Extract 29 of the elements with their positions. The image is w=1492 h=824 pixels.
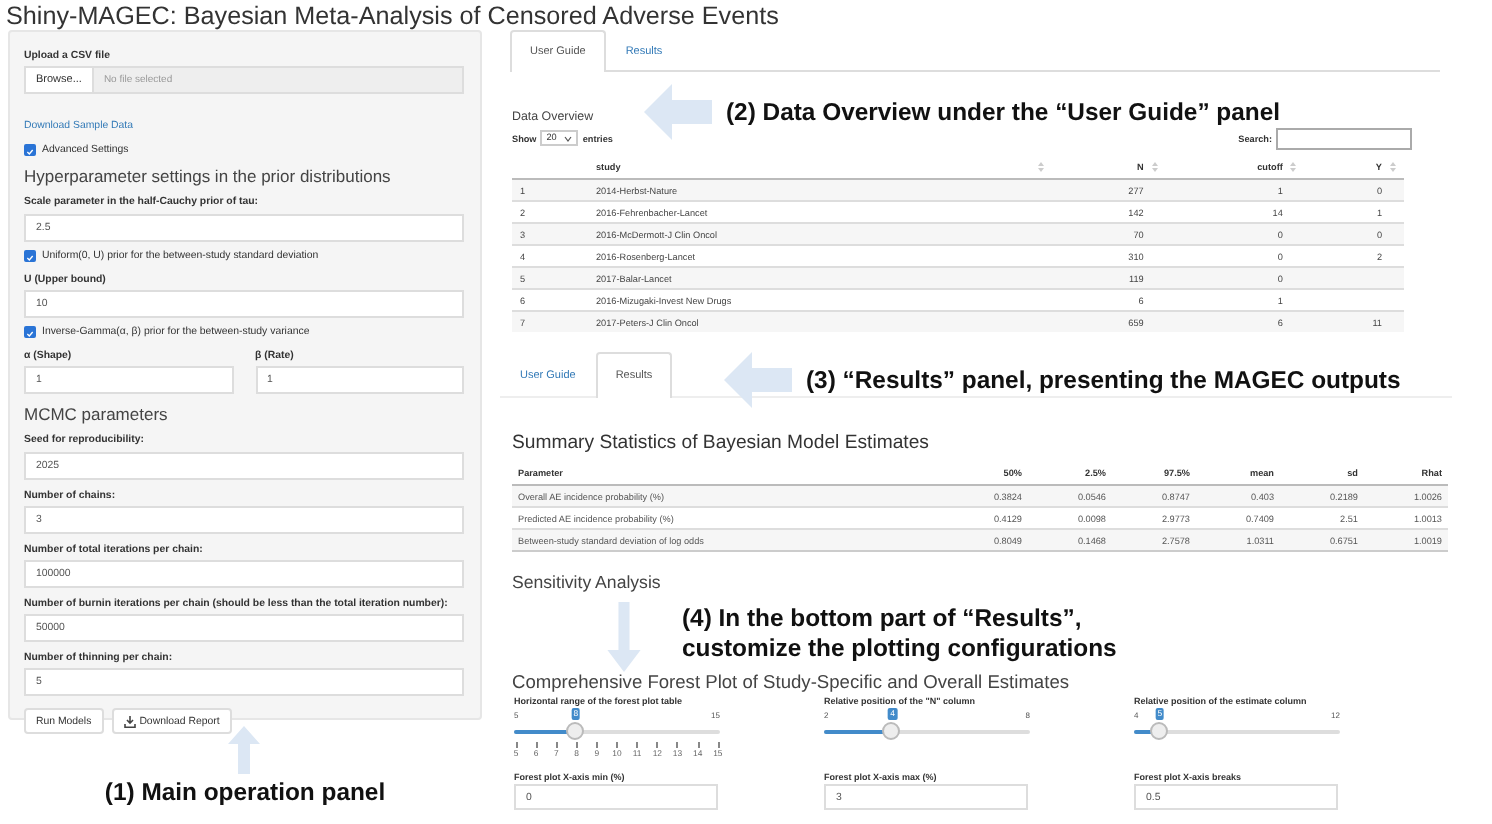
block-arrow bbox=[724, 352, 792, 408]
annotation-text: customize the plotting configurations bbox=[682, 634, 1117, 664]
annotation-text: (2) Data Overview under the “User Guide” panel bbox=[726, 97, 1281, 127]
slider-thumb[interactable] bbox=[1149, 722, 1168, 740]
annotation-text: (3) “Results” panel, presenting the MAGEC outputs bbox=[806, 365, 1401, 395]
section-title: Summary Statistics of Bayesian Model Estimates bbox=[512, 432, 931, 456]
section-heading: MCMC parameters bbox=[24, 404, 170, 425]
sort-icon[interactable] bbox=[1038, 161, 1044, 171]
checkbox[interactable] bbox=[24, 250, 36, 263]
app-title: Shiny-MAGEC: Bayesian Meta-Analysis of Censored Adverse Events bbox=[4, 0, 781, 30]
sort-icon[interactable] bbox=[1390, 161, 1396, 171]
slider-thumb[interactable] bbox=[565, 722, 584, 740]
block-arrow bbox=[644, 84, 712, 140]
section-heading: Hyperparameter settings in the prior distributions bbox=[24, 166, 393, 187]
tick-mark bbox=[616, 742, 618, 748]
caret-icon bbox=[564, 135, 573, 141]
annotation-text: (4) In the bottom part of “Results”, bbox=[682, 604, 1084, 634]
checkbox[interactable] bbox=[24, 326, 36, 339]
section-title: Sensitivity Analysis bbox=[512, 572, 663, 596]
checkbox[interactable] bbox=[24, 143, 36, 156]
sort-icon[interactable] bbox=[1151, 161, 1158, 171]
section-title: Comprehensive Forest Plot of Study-Specific and Overall Estimates bbox=[512, 672, 1072, 696]
slider-thumb[interactable] bbox=[882, 722, 901, 740]
block-arrow bbox=[606, 602, 642, 672]
annotation-text: (1) Main operation panel bbox=[104, 778, 386, 808]
download-icon bbox=[123, 715, 136, 728]
search-field[interactable] bbox=[1276, 127, 1412, 149]
sort-icon[interactable] bbox=[1290, 161, 1297, 171]
block-arrow bbox=[228, 726, 261, 774]
